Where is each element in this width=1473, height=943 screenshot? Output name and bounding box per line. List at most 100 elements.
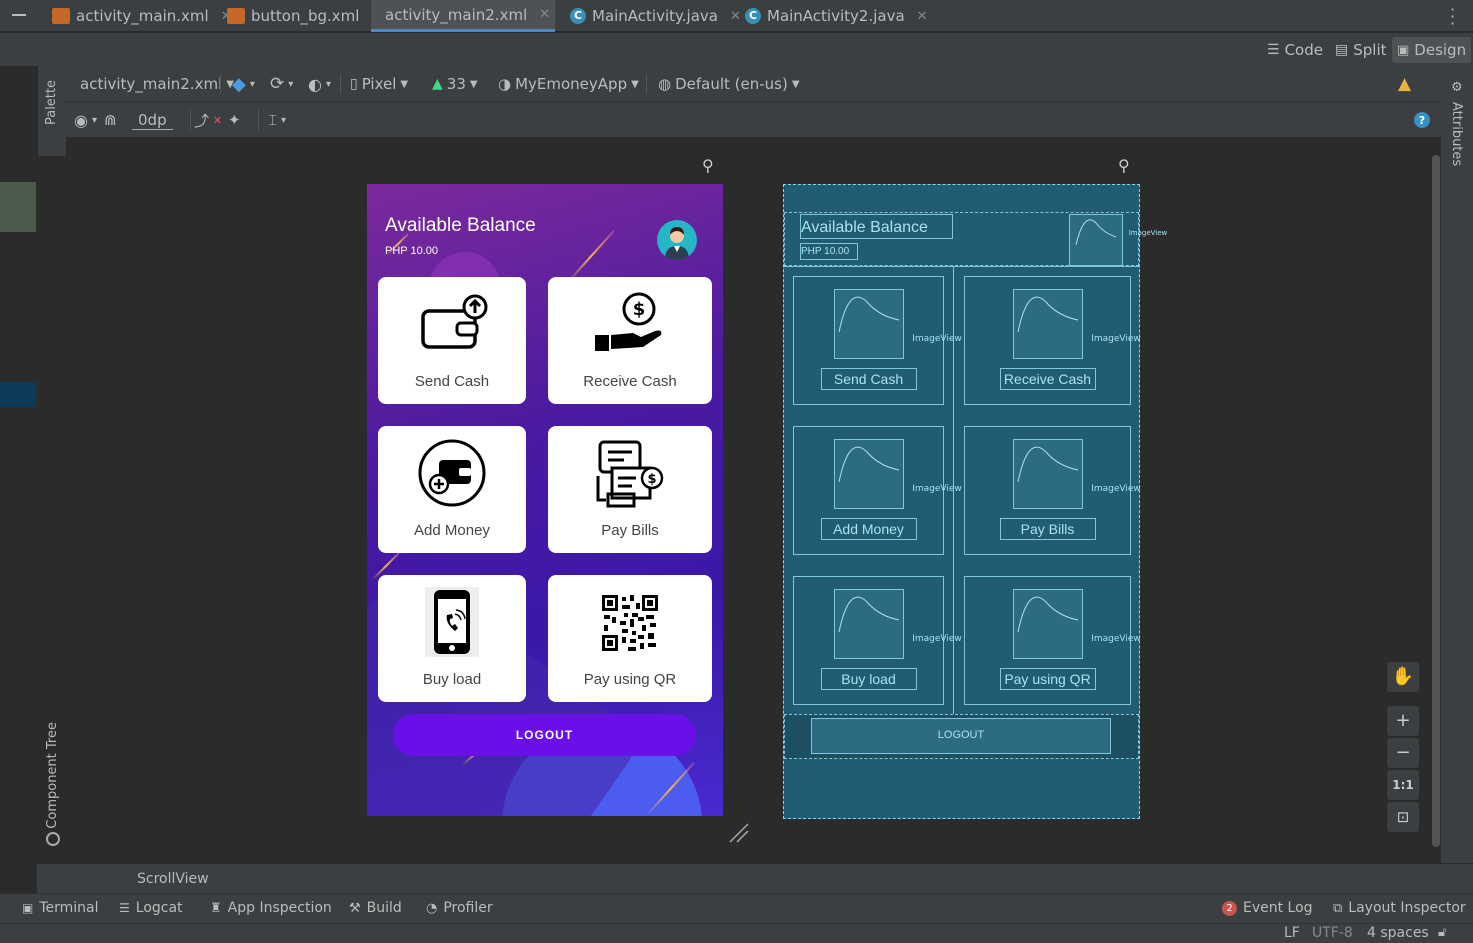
tab-main-activity-java[interactable]: C MainActivity.java ✕ xyxy=(566,0,745,32)
fit-screen-icon[interactable]: ⊡ xyxy=(1387,802,1419,832)
theme-selector[interactable]: ◑ MyEmoneyApp ▼ xyxy=(498,74,639,94)
blueprint-preview[interactable]: Available Balance PHP 10.00 ImageView Im… xyxy=(783,184,1167,819)
java-class-icon: C xyxy=(745,8,761,24)
locale-selector[interactable]: ◍ Default (en-us) ▼ xyxy=(658,74,800,94)
close-icon[interactable]: ✕ xyxy=(539,7,550,22)
image-placeholder-icon xyxy=(1075,219,1117,246)
night-mode-button[interactable]: ◐ ▾ xyxy=(308,74,331,94)
imageview-label: ImageView xyxy=(1091,484,1141,494)
app-inspection-tab[interactable]: ♜ App Inspection xyxy=(210,900,332,916)
design-canvas[interactable] xyxy=(66,138,1441,863)
send-cash-card[interactable]: Send Cash xyxy=(378,277,526,404)
wallet-send-icon xyxy=(421,294,488,349)
event-log-badge: 2 xyxy=(1222,900,1237,916)
zoom-in-button[interactable]: + xyxy=(1387,706,1419,736)
indent-setting[interactable]: 4 spaces xyxy=(1367,925,1429,941)
file-selector[interactable]: activity_main2.xml ▼ xyxy=(80,74,234,94)
guidelines-icon: ⌶ xyxy=(268,111,278,129)
pay-bills-card[interactable]: $ Pay Bills xyxy=(548,426,712,553)
device-selector[interactable]: ▯ Pixel ▼ xyxy=(350,74,408,94)
profiler-label: Profiler xyxy=(443,900,493,916)
editor-tab-bar: activity_main.xml ✕ button_bg.xml ✕ acti… xyxy=(0,0,1473,32)
file-selector-label: activity_main2.xml xyxy=(80,75,223,93)
add-money-icon xyxy=(418,439,486,507)
bp-card-label: Add Money xyxy=(833,521,904,537)
attributes-panel-tab[interactable]: ⚙ Attributes xyxy=(1441,66,1473,863)
logcat-tab[interactable]: ☰ Logcat xyxy=(119,900,183,916)
zoom-out-button[interactable]: − xyxy=(1387,738,1419,768)
avatar[interactable] xyxy=(657,220,697,260)
bp-imageview: ImageView xyxy=(1013,289,1141,359)
component-tree-tab[interactable]: Component Tree xyxy=(45,722,60,829)
divider xyxy=(258,110,259,130)
lock-icon[interactable]: 🔓︎ xyxy=(1438,925,1446,940)
autoconnect-button[interactable]: ⋒ xyxy=(104,110,117,130)
build-tab[interactable]: ⚒ Build xyxy=(349,900,402,916)
tab-activity-main[interactable]: activity_main.xml ✕ xyxy=(48,0,236,32)
help-icon[interactable]: ? xyxy=(1414,112,1430,128)
orientation-button[interactable]: ⟳ ▾ xyxy=(270,74,293,94)
breadcrumb-scrollview[interactable]: ScrollView xyxy=(137,871,209,887)
warning-icon[interactable]: ▲ xyxy=(1398,74,1411,94)
logout-button[interactable]: LOGOUT xyxy=(393,714,696,756)
eye-icon: ◉ xyxy=(74,110,88,130)
xml-file-icon xyxy=(227,8,245,24)
chevron-down-icon: ▾ xyxy=(288,78,294,90)
receive-cash-card[interactable]: $ Receive Cash xyxy=(548,277,712,404)
guidelines-button[interactable]: ⌶ ▾ xyxy=(268,110,286,130)
design-surface-button[interactable]: ◆ ▾ xyxy=(232,74,255,95)
design-mode-button[interactable]: ▣ Design xyxy=(1392,37,1472,63)
tab-main-activity2-java[interactable]: C MainActivity2.java ✕ xyxy=(741,0,932,32)
bp-balance-title-text: Available Balance xyxy=(801,219,928,236)
pin-icon: ⚲ xyxy=(1118,156,1130,175)
divider xyxy=(190,110,191,130)
device-label: Pixel xyxy=(361,75,397,93)
card-label: Add Money xyxy=(414,522,490,539)
infer-constraints-button[interactable]: ✦ xyxy=(228,110,241,130)
event-log-tab[interactable]: 2 Event Log xyxy=(1222,900,1313,916)
divider xyxy=(220,74,221,94)
code-mode-button[interactable]: ☰ Code xyxy=(1262,37,1328,63)
chevron-down-icon: ▾ xyxy=(91,114,97,126)
tab-activity-main2[interactable]: activity_main2.xml ✕ xyxy=(371,0,555,32)
close-icon[interactable]: ✕ xyxy=(917,9,928,24)
bp-card-label: Buy load xyxy=(841,671,896,687)
gutter-marker xyxy=(0,382,36,407)
card-label: Buy load xyxy=(422,671,482,688)
design-preview[interactable]: Available Balance PHP 10.00 Send Cash $ … xyxy=(367,184,723,816)
chevron-down-icon: ▼ xyxy=(791,78,800,90)
close-icon[interactable]: ✕ xyxy=(730,9,741,24)
default-margin-button[interactable]: 0dp xyxy=(132,110,173,130)
zoom-actual-button[interactable]: 1:1 xyxy=(1387,770,1419,800)
pay-bills-icon: $ xyxy=(596,440,664,508)
palette-panel-tab[interactable]: Palette xyxy=(38,66,66,156)
resize-handle-icon[interactable] xyxy=(728,822,750,844)
add-money-card[interactable]: Add Money xyxy=(378,426,526,553)
minimize-icon[interactable] xyxy=(12,14,26,16)
view-options-button[interactable]: ◉ ▾ xyxy=(74,110,97,130)
terminal-tab[interactable]: ▣ Terminal xyxy=(22,900,99,916)
split-mode-button[interactable]: ▤ Split xyxy=(1330,37,1392,63)
pan-hand-icon[interactable]: ✋ xyxy=(1387,662,1419,692)
image-placeholder-icon xyxy=(838,446,900,483)
split-icon: ▤ xyxy=(1335,42,1349,58)
decor-streak xyxy=(566,230,615,284)
file-encoding[interactable]: UTF-8 xyxy=(1312,925,1353,941)
chevron-down-icon: ▼ xyxy=(631,78,639,90)
more-tabs-icon[interactable]: · · · xyxy=(1450,2,1455,32)
profiler-tab[interactable]: ◔ Profiler xyxy=(426,900,493,916)
pay-qr-card[interactable]: Pay using QR xyxy=(548,575,712,702)
android-icon: ▲ xyxy=(432,76,443,92)
bp-imageview: ImageView xyxy=(1013,439,1141,509)
imageview-label: ImageView xyxy=(1091,634,1141,644)
layout-inspector-tab[interactable]: ⧉ Layout Inspector xyxy=(1333,900,1466,916)
clear-constraints-button[interactable]: ⤴ ✕ xyxy=(194,110,222,130)
component-breadcrumb: ScrollView xyxy=(37,863,1473,893)
canvas-scrollbar[interactable] xyxy=(1432,155,1440,847)
code-label: Code xyxy=(1284,41,1323,59)
api-selector[interactable]: ▲ 33 ▼ xyxy=(432,74,478,94)
buy-load-card[interactable]: Buy load xyxy=(378,575,526,702)
margin-label: 0dp xyxy=(138,110,167,129)
tab-button-bg[interactable]: button_bg.xml ✕ xyxy=(223,0,386,32)
line-separator[interactable]: LF xyxy=(1284,925,1300,941)
